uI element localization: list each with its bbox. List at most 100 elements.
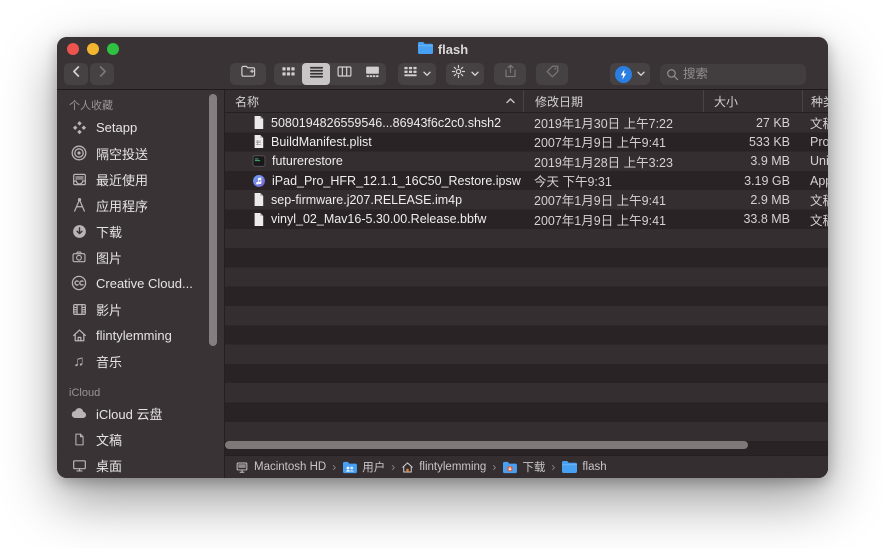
file-size-cell: 2.9 MB [703, 193, 802, 207]
group-grid-icon [403, 64, 418, 84]
file-row[interactable]: sep-firmware.j207.RELEASE.im4p2007年1月9日 … [225, 190, 828, 209]
sidebar-item-pictures[interactable]: 图片 [57, 244, 224, 270]
zoom-button[interactable] [107, 43, 119, 55]
path-separator: › [492, 460, 496, 474]
file-row[interactable]: 5080194826559546...86943f6c2c0.shsh2 2019… [225, 113, 828, 132]
gallery-view-button[interactable] [358, 63, 386, 85]
pictures-icon [70, 250, 88, 264]
horizontal-scrollbar[interactable] [225, 441, 748, 449]
close-button[interactable] [67, 43, 79, 55]
file-row[interactable]: BuildManifest.plist2007年1月9日 上午9:41533 K… [225, 132, 828, 151]
sidebar-item-label: 最近使用 [96, 170, 148, 189]
sidebar-item-label: 音乐 [96, 352, 122, 371]
search-field[interactable] [660, 64, 806, 85]
folder-downloads-icon [502, 461, 517, 474]
file-name-cell: iPad_Pro_HFR_12.1.1_16C50_Restore.ipsw [225, 174, 523, 188]
sidebar-item-movies[interactable]: 影片 [57, 296, 224, 322]
sidebar-item-label: 应用程序 [96, 196, 148, 215]
sidebar-item-creative-cloud[interactable]: Creative Cloud... [57, 270, 224, 296]
minimize-button[interactable] [87, 43, 99, 55]
list-view-icon [309, 64, 324, 84]
file-name: 5080194826559546...86943f6c2c0.shsh2 [271, 116, 501, 130]
sidebar-section-label: iCloud [69, 387, 224, 399]
back-button[interactable] [64, 63, 88, 85]
icon-view-button[interactable] [274, 63, 302, 85]
file-name: BuildManifest.plist [271, 135, 372, 149]
file-kind-cell: 文稿 [802, 113, 828, 132]
column-headers: 名称 修改日期 大小 种类 [225, 90, 828, 113]
sidebar-item-home[interactable]: flintylemming [57, 322, 224, 348]
sidebar-item-setapp[interactable]: Setapp [57, 114, 224, 140]
tag-icon [545, 64, 560, 84]
path-item-label: 用户 [362, 459, 385, 475]
new-folder-button[interactable] [230, 63, 266, 85]
folder-blue-icon [561, 460, 577, 474]
file-size-cell: 533 KB [703, 135, 802, 149]
file-size-cell: 3.19 GB [703, 174, 802, 188]
sidebar-item-label: 隔空投送 [96, 144, 148, 163]
file-date-cell: 2019年1月30日 上午7:22 [523, 113, 703, 132]
music-icon: ♫ [70, 354, 88, 369]
column-header-kind[interactable]: 种类 [802, 90, 828, 112]
file-kind-cell: 文稿 [802, 190, 828, 209]
setapp-icon [70, 120, 88, 135]
file-name-cell: BuildManifest.plist [225, 134, 523, 149]
sidebar-section-label: 个人收藏 [69, 97, 224, 113]
downloads-icon [70, 224, 88, 239]
sidebar-item-icloud[interactable]: iCloud 云盘 [57, 400, 224, 426]
sidebar-item-documents[interactable]: 文稿 [57, 426, 224, 452]
column-header-name[interactable]: 名称 [225, 90, 523, 112]
column-header-size[interactable]: 大小 [703, 90, 802, 112]
file-date-cell: 2019年1月28日 上午3:23 [523, 152, 703, 171]
group-by-dropdown[interactable] [398, 63, 436, 85]
quick-actions-dropdown[interactable] [610, 63, 650, 85]
file-row[interactable]: iPad_Pro_HFR_12.1.1_16C50_Restore.ipsw今天… [225, 171, 828, 190]
gear-icon [451, 64, 466, 84]
chevron-down-icon [423, 71, 431, 77]
tag-button[interactable] [536, 63, 568, 85]
lightning-icon [615, 66, 632, 83]
column-label: 名称 [235, 93, 259, 110]
window-title: flash [417, 38, 468, 58]
file-row[interactable]: vinyl_02_Mav16-5.30.00.Release.bbfw2007年… [225, 209, 828, 228]
column-header-date[interactable]: 修改日期 [523, 90, 703, 112]
file-name: sep-firmware.j207.RELEASE.im4p [271, 193, 462, 207]
path-item-用户[interactable]: 用户 [342, 459, 385, 475]
sidebar-item-label: 文稿 [96, 430, 122, 449]
sidebar-item-airdrop[interactable]: 隔空投送 [57, 140, 224, 166]
icloud-icon [70, 407, 88, 419]
list-view-button[interactable] [302, 63, 330, 85]
file-name-cell: futurerestore [225, 154, 523, 168]
file-browser: 名称 修改日期 大小 种类 5080194826559546...86943f6… [225, 90, 828, 478]
file-name: futurerestore [272, 154, 343, 168]
airdrop-icon [70, 145, 88, 161]
sidebar-item-recents[interactable]: 最近使用 [57, 166, 224, 192]
file-date-cell: 今天 下午9:31 [523, 171, 703, 190]
sidebar-item-label: Setapp [96, 120, 137, 135]
column-view-button[interactable] [330, 63, 358, 85]
sidebar: 个人收藏 Setapp 隔空投送最近使用应用程序下载图片Creative Cloud… [57, 90, 225, 478]
search-input[interactable] [683, 67, 800, 81]
sidebar-scrollbar[interactable] [209, 94, 217, 346]
doc-file-icon [252, 192, 265, 207]
path-item-label: flintylemming [419, 461, 486, 473]
sidebar-item-applications[interactable]: 应用程序 [57, 192, 224, 218]
doc-file-icon [252, 212, 265, 227]
path-item-flintylemming[interactable]: flintylemming [401, 461, 486, 474]
file-row[interactable]: futurerestore2019年1月28日 上午3:233.9 MBUni [225, 152, 828, 171]
sidebar-item-desktop[interactable]: 桌面 [57, 452, 224, 478]
forward-button[interactable] [90, 63, 114, 85]
sidebar-item-downloads[interactable]: 下载 [57, 218, 224, 244]
gallery-view-icon [365, 64, 380, 84]
ipsw-file-icon [252, 174, 266, 188]
sidebar-item-label: 下载 [96, 222, 122, 241]
titlebar[interactable]: flash [57, 37, 828, 58]
action-dropdown[interactable] [446, 63, 484, 85]
sidebar-item-music[interactable]: ♫ 音乐 [57, 348, 224, 374]
sidebar-item-label: flintylemming [96, 328, 172, 343]
path-item-macintosh-hd[interactable]: Macintosh HD [235, 461, 326, 474]
file-name: iPad_Pro_HFR_12.1.1_16C50_Restore.ipsw [272, 174, 521, 188]
path-item-flash[interactable]: flash [561, 460, 606, 474]
path-item-下载[interactable]: 下载 [502, 459, 545, 475]
share-button[interactable] [494, 63, 526, 85]
